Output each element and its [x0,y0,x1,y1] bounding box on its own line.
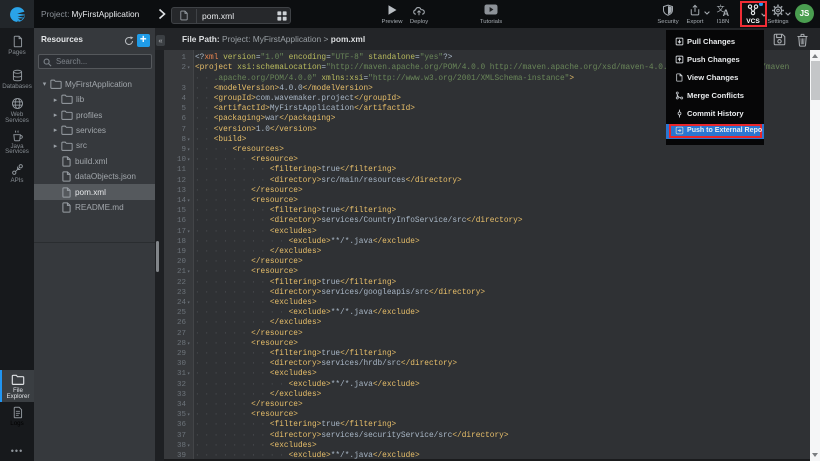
svg-text:A: A [723,8,730,17]
